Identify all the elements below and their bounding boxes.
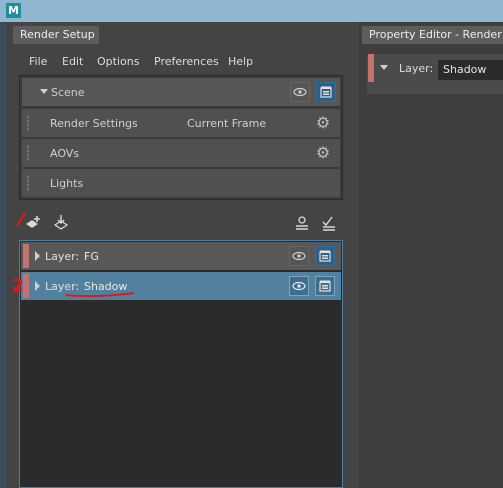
- layer-name[interactable]: FG: [84, 250, 99, 263]
- menu-help[interactable]: Help: [228, 55, 253, 68]
- layer-name-field[interactable]: Shadow: [438, 60, 503, 80]
- render-settings-value: Current Frame: [187, 117, 267, 130]
- scene-label: Scene: [51, 86, 85, 99]
- annotation-number: 2: [12, 276, 24, 296]
- menu-preferences[interactable]: Preferences: [154, 55, 219, 68]
- menu-options[interactable]: Options: [97, 55, 139, 68]
- renderable-clapper-icon[interactable]: [315, 276, 335, 296]
- layer-row-fg[interactable]: Layer: FG: [21, 242, 341, 270]
- maya-logo: M: [6, 3, 21, 18]
- visibility-eye-icon[interactable]: [289, 276, 309, 296]
- window-left-edge: [0, 22, 6, 488]
- layer-color-bar: [23, 274, 29, 298]
- layer-color-bar: [368, 54, 374, 82]
- collapse-arrow-icon[interactable]: [40, 89, 48, 94]
- menu-edit[interactable]: Edit: [62, 55, 83, 68]
- visibility-eye-icon[interactable]: [289, 246, 309, 266]
- render-settings-row[interactable]: Render Settings Current Frame ⚙: [22, 109, 340, 137]
- drag-grip-icon[interactable]: [27, 175, 29, 191]
- scene-header[interactable]: Scene: [22, 78, 340, 106]
- scene-panel: Scene Render Settings Current Frame ⚙ AO…: [19, 75, 343, 200]
- aovs-row[interactable]: AOVs ⚙: [22, 139, 340, 167]
- drag-grip-icon[interactable]: [27, 145, 29, 161]
- import-icon[interactable]: [52, 214, 70, 232]
- menubar: File Edit Options Preferences Help: [13, 44, 358, 76]
- menu-file[interactable]: File: [29, 55, 47, 68]
- drag-grip-icon[interactable]: [27, 115, 29, 131]
- gear-icon[interactable]: ⚙: [314, 114, 332, 132]
- layer-prefix: Layer:: [45, 250, 80, 263]
- lights-label: Lights: [50, 177, 84, 190]
- tab-property-editor[interactable]: Property Editor - Render Se: [362, 26, 503, 44]
- render-layer-icon[interactable]: [293, 214, 311, 232]
- layer-prefix: Layer:: [399, 62, 434, 75]
- lights-row[interactable]: Lights: [22, 169, 340, 197]
- annotation-underline: [65, 292, 135, 298]
- aovs-label: AOVs: [50, 147, 80, 160]
- window-titlebar: [0, 0, 503, 22]
- renderable-clapper-icon[interactable]: [316, 82, 336, 102]
- annotation-mark-icon: [16, 212, 26, 227]
- gear-icon[interactable]: ⚙: [314, 144, 332, 162]
- visibility-eye-icon[interactable]: [290, 82, 310, 102]
- expand-arrow-icon[interactable]: [35, 281, 40, 291]
- render-layer-list: Layer: FG Layer: Shadow: [19, 240, 343, 488]
- collapse-arrow-icon[interactable]: [380, 65, 388, 70]
- expand-arrow-icon[interactable]: [35, 251, 40, 261]
- renderable-clapper-icon[interactable]: [315, 246, 335, 266]
- layer-color-bar: [23, 244, 29, 268]
- render-settings-label: Render Settings: [50, 117, 138, 130]
- layer-options-icon[interactable]: [320, 214, 338, 232]
- tab-render-setup[interactable]: Render Setup: [13, 26, 99, 44]
